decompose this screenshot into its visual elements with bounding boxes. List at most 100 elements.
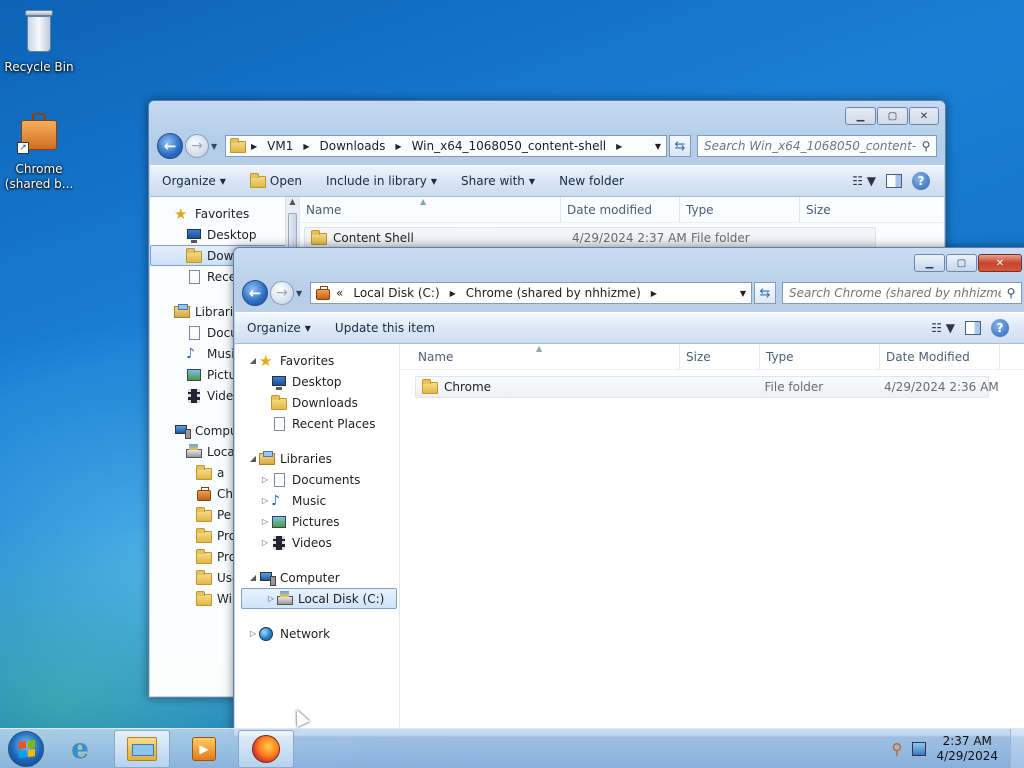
collapse-arrow-icon[interactable]: ▷ [247, 629, 259, 638]
address-bar[interactable]: ▶ VM1 ▶ Downloads ▶ Win_x64_1068050_cont… [225, 135, 667, 157]
search-icon[interactable]: ⚲ [1001, 286, 1021, 300]
close-button[interactable]: ✕ [978, 254, 1022, 272]
share-with-button[interactable]: Share with ▼ [449, 174, 547, 188]
column-headers: ▲ Name Date modified Type Size [300, 197, 944, 223]
address-bar[interactable]: « Local Disk (C:) ▶ Chrome (shared by nh… [310, 282, 752, 304]
nav-computer[interactable]: ◢ Computer [235, 567, 399, 588]
back-button[interactable]: ← [242, 280, 268, 306]
maximize-button[interactable]: ▢ [877, 107, 908, 125]
nav-desktop[interactable]: Desktop [150, 224, 299, 245]
column-size[interactable]: Size [800, 197, 880, 222]
collapse-arrow-icon[interactable]: ▷ [259, 496, 271, 505]
expand-arrow-icon[interactable]: ◢ [247, 356, 259, 365]
star-icon: ★ [174, 204, 188, 223]
expand-arrow-icon[interactable]: ◢ [247, 573, 259, 582]
breadcrumb-content-shell[interactable]: Win_x64_1068050_content-shell [412, 139, 607, 153]
disk-icon [186, 443, 202, 460]
search-box[interactable]: ⚲ [697, 135, 937, 157]
search-input[interactable] [789, 286, 1001, 300]
chevron-down-icon: ▼ [430, 176, 437, 186]
nav-local-disk[interactable]: ▷ Local Disk (C:) [241, 588, 397, 609]
column-name[interactable]: Name [300, 197, 561, 222]
breadcrumb-local-disk[interactable]: Local Disk (C:) [353, 286, 439, 300]
recent-pages-dropdown[interactable]: ▼ [296, 289, 306, 298]
search-box[interactable]: ⚲ [782, 282, 1022, 304]
include-in-library-button[interactable]: Include in library ▼ [314, 174, 449, 188]
nav-videos[interactable]: ▷ Videos [235, 532, 399, 553]
file-list[interactable]: ▲ Name Size Type Date Modified Chrome Fi… [400, 344, 1024, 735]
close-button[interactable]: ✕ [909, 107, 939, 125]
update-this-item-button[interactable]: Update this item [323, 321, 447, 335]
clock-time: 2:37 AM [942, 733, 992, 748]
table-row[interactable]: Content Shell 4/29/2024 2:37 AM File fol… [304, 227, 876, 249]
taskbar-media-player[interactable]: ▶ [176, 730, 232, 768]
view-options-icon[interactable]: ☷ ▼ [852, 174, 876, 188]
nav-desktop[interactable]: Desktop [235, 371, 399, 392]
show-desktop-button[interactable] [1010, 728, 1024, 768]
breadcrumb-downloads[interactable]: Downloads [320, 139, 386, 153]
collapse-arrow-icon[interactable]: ▷ [265, 594, 277, 603]
preview-pane-icon[interactable] [886, 174, 902, 188]
expand-arrow-icon[interactable]: ◢ [247, 454, 259, 463]
organize-button[interactable]: Organize ▼ [235, 321, 323, 335]
nav-pictures[interactable]: ▷ Pictures [235, 511, 399, 532]
collapse-arrow-icon[interactable]: ▷ [259, 475, 271, 484]
explorer-window-chrome-shared[interactable]: ▁ ▢ ✕ ← → ▼ « Local Disk (C:) ▶ Chrome (… [233, 247, 1024, 737]
taskbar-internet-explorer[interactable]: e [52, 730, 108, 768]
back-button[interactable]: ← [157, 133, 183, 159]
forward-button[interactable]: → [185, 134, 209, 158]
search-tray-icon[interactable]: ⚲ [891, 740, 902, 758]
desktop-icon-chrome-shared[interactable]: ↗ Chrome (shared b... [1, 110, 77, 192]
column-type[interactable]: Type [680, 197, 800, 222]
folder-icon [196, 506, 212, 523]
clock[interactable]: 2:37 AM 4/29/2024 [936, 734, 998, 764]
navigation-pane[interactable]: ◢ ★ Favorites Desktop Downloads Recent Pla… [235, 344, 400, 735]
help-icon[interactable]: ? [912, 172, 930, 190]
column-date-modified[interactable]: Date Modified [880, 344, 1000, 369]
file-type: File folder [691, 231, 750, 245]
view-options-icon[interactable]: ☷ ▼ [931, 321, 955, 335]
nav-documents[interactable]: ▷ Documents [235, 469, 399, 490]
chevron-down-icon: ▼ [304, 323, 311, 333]
column-size[interactable]: Size [680, 344, 760, 369]
chevron-down-icon[interactable]: ▼ [650, 142, 666, 151]
nav-recent-places[interactable]: Recent Places [235, 413, 399, 434]
breadcrumb-chrome-shared[interactable]: Chrome (shared by nhhizme) [466, 286, 641, 300]
taskbar-firefox[interactable] [238, 729, 294, 768]
column-date-modified[interactable]: Date modified [561, 197, 680, 222]
minimize-button[interactable]: ▁ [845, 107, 876, 125]
desktop-icon-recycle-bin[interactable]: Recycle Bin [1, 8, 77, 75]
nav-favorites[interactable]: ★ Favorites [150, 203, 299, 224]
taskbar-windows-explorer[interactable] [114, 729, 170, 768]
refresh-button[interactable]: ⇆ [669, 135, 691, 157]
search-input[interactable] [704, 139, 916, 153]
column-type[interactable]: Type [760, 344, 880, 369]
forward-button[interactable]: → [270, 281, 294, 305]
nav-downloads[interactable]: Downloads [235, 392, 399, 413]
search-icon[interactable]: ⚲ [916, 139, 936, 153]
organize-button[interactable]: Organize ▼ [150, 174, 238, 188]
chevron-down-icon[interactable]: ▼ [735, 289, 751, 298]
table-row[interactable]: Chrome File folder 4/29/2024 2:36 AM [415, 376, 999, 398]
nav-favorites[interactable]: ◢ ★ Favorites [235, 350, 399, 371]
minimize-button[interactable]: ▁ [914, 254, 945, 272]
new-folder-button[interactable]: New folder [547, 174, 636, 188]
network-tray-icon[interactable] [912, 741, 927, 756]
preview-pane-icon[interactable] [965, 321, 981, 335]
recent-pages-dropdown[interactable]: ▼ [211, 142, 221, 151]
nav-network[interactable]: ▷ Network [235, 623, 399, 644]
help-icon[interactable]: ? [991, 319, 1009, 337]
nav-libraries[interactable]: ◢ Libraries [235, 448, 399, 469]
chevron-right-icon: ▶ [395, 141, 402, 151]
start-button[interactable] [8, 730, 44, 767]
nav-label: Computer [280, 570, 340, 585]
refresh-button[interactable]: ⇆ [754, 282, 776, 304]
breadcrumb-overflow[interactable]: « [336, 286, 343, 300]
maximize-button[interactable]: ▢ [946, 254, 977, 272]
open-button[interactable]: Open [238, 173, 314, 189]
collapse-arrow-icon[interactable]: ▷ [259, 538, 271, 547]
breadcrumb-vm1[interactable]: VM1 [267, 139, 293, 153]
collapse-arrow-icon[interactable]: ▷ [259, 517, 271, 526]
nav-music[interactable]: ▷ ♪ Music [235, 490, 399, 511]
chevron-up-icon[interactable]: ▲ [286, 197, 299, 211]
